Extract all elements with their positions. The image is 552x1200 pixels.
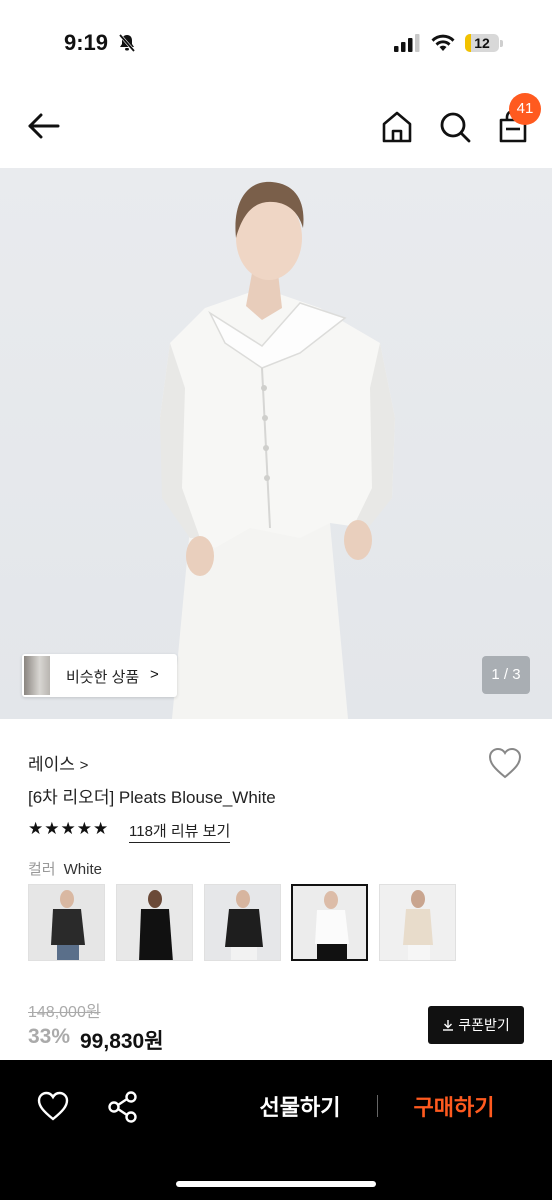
heart-outline-icon: [37, 1091, 69, 1121]
similar-products-button[interactable]: 비슷한 상품 >: [22, 654, 177, 697]
bottom-wishlist-button[interactable]: [36, 1090, 70, 1122]
bottom-action-bar: [0, 1060, 552, 1200]
buy-button[interactable]: 구매하기: [392, 1088, 516, 1128]
chevron-right-icon: >: [79, 757, 89, 774]
wishlist-button[interactable]: [487, 746, 523, 780]
home-indicator: [176, 1181, 376, 1187]
color-swatch-black-3[interactable]: [204, 884, 281, 961]
swatch-image: [293, 886, 366, 959]
status-time: 9:19: [64, 30, 109, 55]
share-icon: [108, 1091, 137, 1123]
swatch-image: [117, 885, 192, 960]
color-key: 컬러: [28, 861, 56, 878]
back-button[interactable]: [24, 108, 64, 144]
color-swatch-black-2[interactable]: [116, 884, 193, 961]
image-counter: 1 / 3: [482, 656, 530, 694]
review-link[interactable]: 118개 리뷰 보기: [129, 820, 231, 843]
brand-link[interactable]: 레이스 >: [28, 750, 88, 775]
home-icon: [382, 111, 412, 143]
download-icon: [443, 1020, 454, 1031]
swatch-image: [205, 885, 280, 960]
model-illustration: [160, 181, 395, 719]
home-button[interactable]: [378, 108, 416, 146]
gift-button[interactable]: 선물하기: [240, 1088, 360, 1128]
chevron-right-icon: >: [150, 666, 159, 683]
color-value: White: [63, 861, 102, 878]
cart-count-badge: 41: [509, 93, 541, 125]
battery-level: 12: [474, 35, 490, 51]
battery-icon: 12: [465, 34, 499, 52]
swatch-image: [29, 885, 104, 960]
discount-rate: 33%: [28, 1025, 71, 1048]
rating-stars: ★★★★★: [28, 819, 110, 838]
heart-outline-icon: [488, 747, 522, 779]
search-button[interactable]: [436, 108, 474, 146]
share-button[interactable]: [106, 1090, 140, 1124]
color-row: 컬러 White: [28, 858, 102, 879]
coupon-button[interactable]: 쿠폰받기: [428, 1006, 524, 1044]
signal-icon: [394, 34, 420, 57]
sale-price: 99,830원: [80, 1030, 164, 1053]
color-swatch-black-1[interactable]: [28, 884, 105, 961]
coupon-label: 쿠폰받기: [458, 1017, 510, 1033]
original-price: 148,000원: [28, 1004, 101, 1021]
product-title: [6차 리오더] Pleats Blouse_White: [28, 788, 276, 807]
product-image[interactable]: [0, 168, 552, 719]
color-swatch-white-selected[interactable]: [291, 884, 368, 961]
bottom-divider: [377, 1095, 378, 1117]
similar-products-label: 비슷한 상품: [66, 669, 140, 686]
swatch-image: [380, 885, 455, 960]
color-swatch-ivory[interactable]: [379, 884, 456, 961]
search-icon: [440, 112, 471, 143]
similar-thumbnail: [24, 656, 50, 695]
battery-tip: [500, 40, 503, 47]
bell-slash-icon: [117, 33, 137, 58]
brand-name: 레이스: [28, 755, 75, 774]
wifi-icon: [430, 33, 456, 58]
back-arrow-icon: [28, 113, 60, 139]
